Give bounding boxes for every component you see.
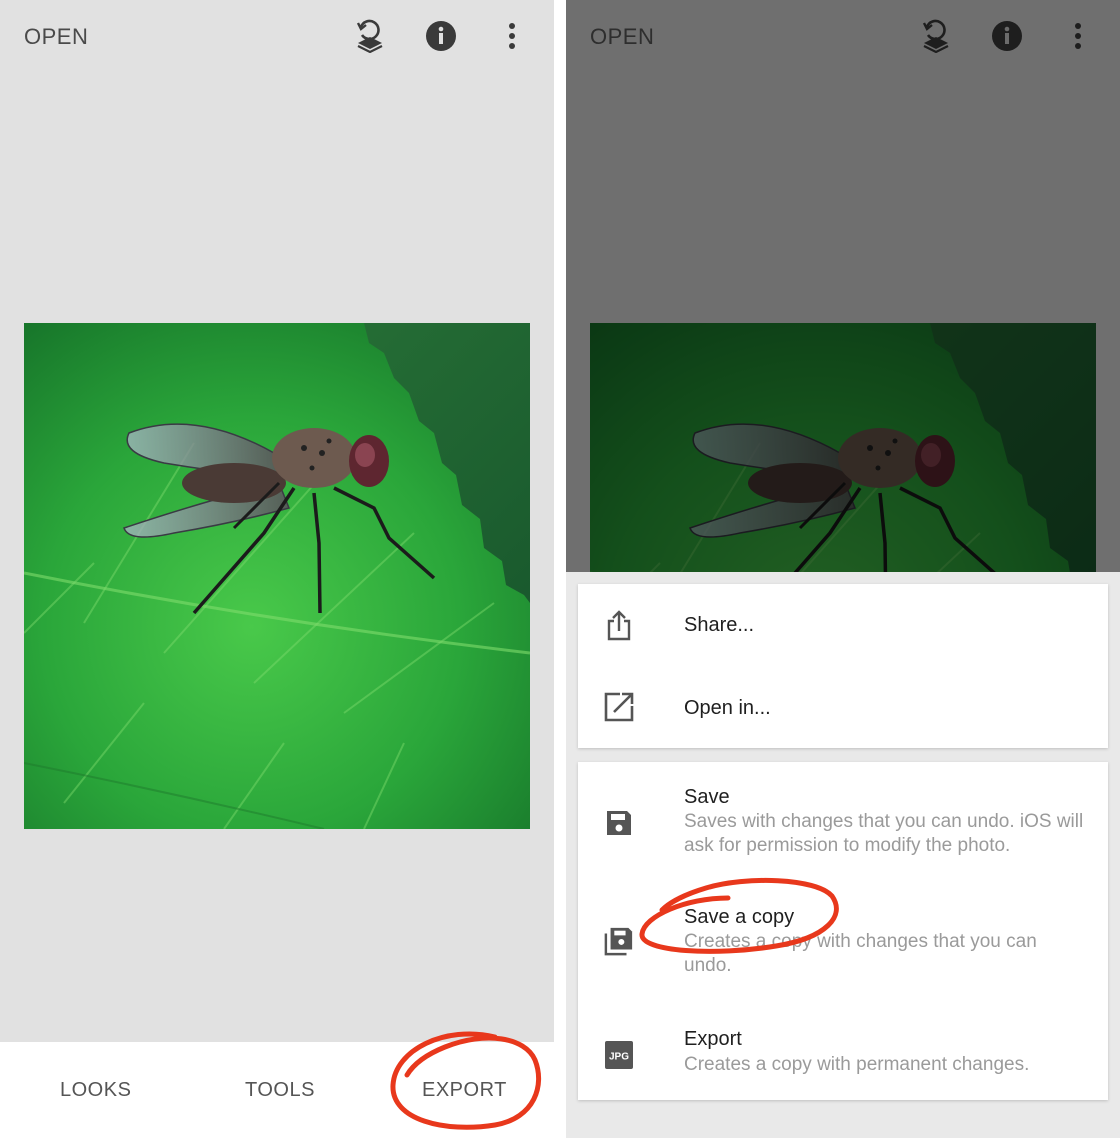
bottom-tab-bar: LOOKS TOOLS EXPORT [0, 1042, 554, 1138]
jpg-icon: JPG [604, 1038, 634, 1072]
more-vert-icon[interactable] [494, 18, 530, 54]
menu-item-title: Export [684, 1028, 742, 1050]
menu-item-title: Open in... [684, 697, 771, 719]
save-icon [604, 806, 634, 840]
open-button[interactable]: OPEN [24, 24, 88, 50]
menu-card-share: Share... Open in... [578, 584, 1108, 748]
more-vert-icon[interactable] [1060, 18, 1096, 54]
menu-item-export[interactable]: JPG Export Creates a copy with permanent… [578, 1002, 1108, 1100]
top-bar: OPEN [0, 0, 554, 76]
info-icon[interactable] [989, 18, 1025, 54]
menu-item-title: Save [684, 786, 730, 808]
layers-undo-icon[interactable] [352, 18, 388, 54]
tab-export[interactable]: EXPORT [422, 1079, 507, 1102]
open-in-icon [604, 690, 634, 724]
menu-item-save[interactable]: Save Saves with changes that you can und… [578, 762, 1108, 880]
menu-item-open-in[interactable]: Open in... [578, 666, 1108, 748]
menu-item-save-a-copy[interactable]: Save a copy Creates a copy with changes … [578, 880, 1108, 1002]
layers-undo-icon[interactable] [918, 18, 954, 54]
menu-card-save: Save Saves with changes that you can und… [578, 762, 1108, 1100]
menu-item-desc: Creates a copy with changes that you can… [684, 931, 1037, 976]
open-button[interactable]: OPEN [590, 24, 654, 50]
share-icon [604, 608, 634, 642]
svg-text:JPG: JPG [609, 1052, 629, 1063]
top-bar: OPEN [566, 0, 1120, 76]
divider [554, 0, 566, 1138]
info-icon[interactable] [423, 18, 459, 54]
tab-looks[interactable]: LOOKS [60, 1079, 131, 1102]
menu-item-title: Save a copy [684, 906, 795, 928]
tab-tools[interactable]: TOOLS [245, 1079, 315, 1102]
save-copy-icon [604, 924, 634, 958]
menu-item-title: Share... [684, 614, 755, 636]
export-menu-screen: OPEN Share... Open in... Save Saves with… [566, 0, 1120, 1138]
menu-item-share[interactable]: Share... [578, 584, 1108, 666]
dim-overlay[interactable] [566, 0, 1120, 572]
editor-screen: OPEN LOOKS TOOLS EXPORT [0, 0, 554, 1138]
menu-item-desc: Saves with changes that you can undo. iO… [684, 811, 1084, 856]
photo-preview [24, 323, 530, 829]
menu-item-desc: Creates a copy with permanent changes. [684, 1054, 1030, 1075]
